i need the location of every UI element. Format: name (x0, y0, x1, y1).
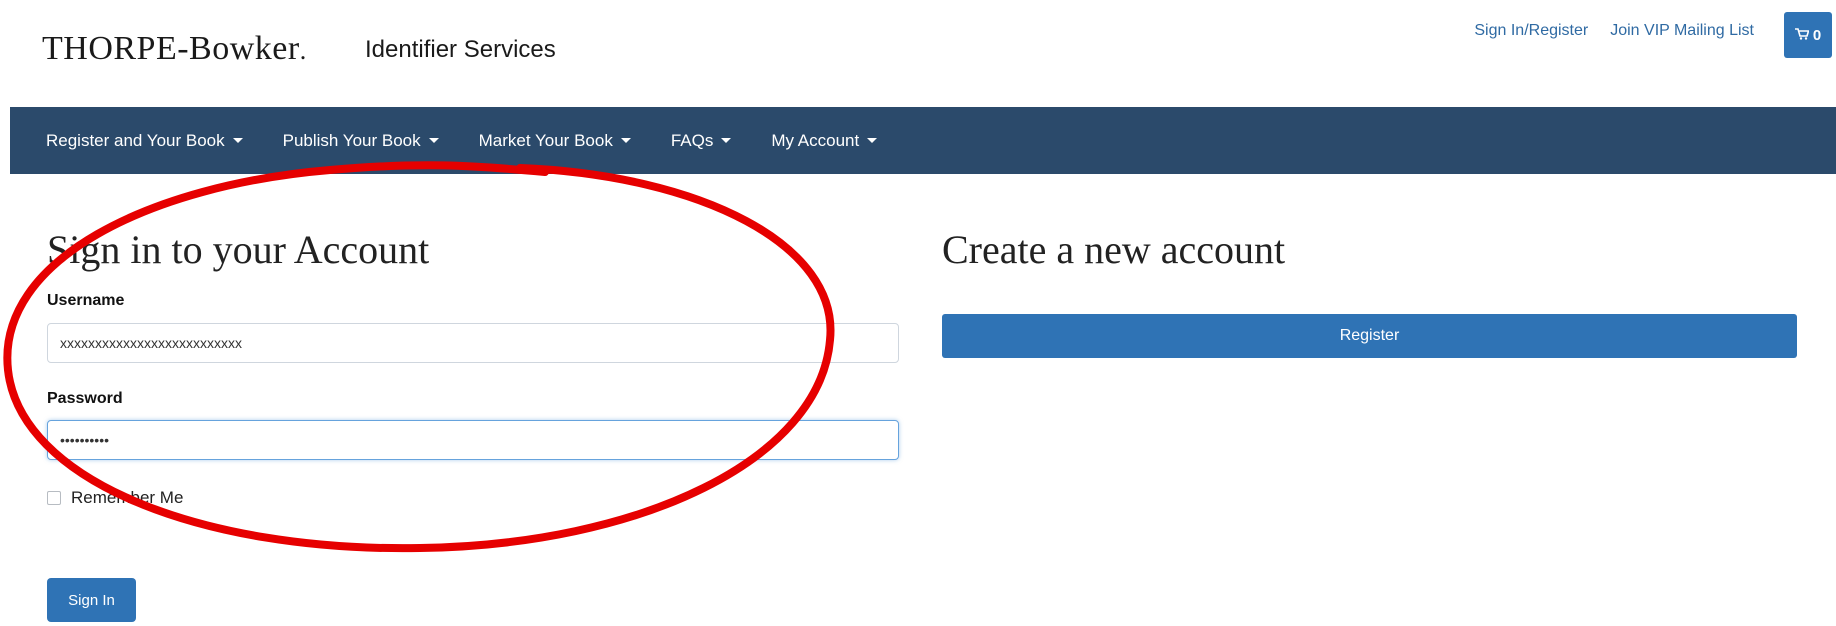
nav-my-account[interactable]: My Account (771, 130, 878, 151)
cart-button[interactable]: 0 (1784, 12, 1832, 58)
remember-me: Remember Me (47, 488, 183, 508)
remember-me-label: Remember Me (71, 488, 184, 507)
caret-down-icon (428, 138, 439, 143)
header-links: Sign In/Register Join VIP Mailing List (1474, 22, 1754, 40)
nav-label: Register and Your Book (46, 130, 225, 150)
nav-publish-your-book[interactable]: Publish Your Book (283, 131, 439, 151)
nav-label: FAQs (670, 130, 714, 150)
logo-suffix: . (299, 36, 307, 65)
identifier-services-label: Identifier Services (365, 36, 556, 63)
nav-market-your-book[interactable]: Market Your Book (479, 131, 631, 151)
nav-register-and-your-book[interactable]: Register and Your Book (46, 131, 243, 151)
site-header: THORPE-Bowker. Identifier Services Sign … (0, 0, 1836, 100)
sign-in-register-link[interactable]: Sign In/Register (1474, 22, 1588, 40)
caret-down-icon (867, 138, 878, 143)
logo[interactable]: THORPE-Bowker. (42, 30, 307, 68)
password-label: Password (47, 390, 123, 407)
logo-text: THORPE-Bowker (42, 30, 300, 67)
signin-title: Sign in to your Account (47, 227, 430, 272)
nav-label: My Account (771, 130, 860, 150)
sign-in-button[interactable]: Sign In (47, 578, 136, 622)
create-account-title: Create a new account (942, 227, 1286, 272)
password-input[interactable] (47, 420, 899, 460)
caret-down-icon (232, 138, 243, 143)
caret-down-icon (620, 138, 631, 143)
username-input[interactable] (47, 323, 899, 363)
username-label: Username (47, 292, 125, 309)
join-vip-mailing-list-link[interactable]: Join VIP Mailing List (1610, 22, 1754, 40)
nav-label: Market Your Book (478, 130, 613, 150)
nav-faqs[interactable]: FAQs (671, 131, 732, 151)
page: THORPE-Bowker. Identifier Services Sign … (0, 0, 1836, 626)
register-button[interactable]: Register (942, 314, 1797, 358)
remember-me-checkbox[interactable] (47, 491, 61, 505)
caret-down-icon (721, 138, 732, 143)
cart-count: 0 (1812, 26, 1822, 44)
shopping-cart-icon (1794, 27, 1810, 44)
main-navbar: Register and Your Book Publish Your Book… (10, 107, 1836, 174)
nav-label: Publish Your Book (282, 130, 421, 150)
